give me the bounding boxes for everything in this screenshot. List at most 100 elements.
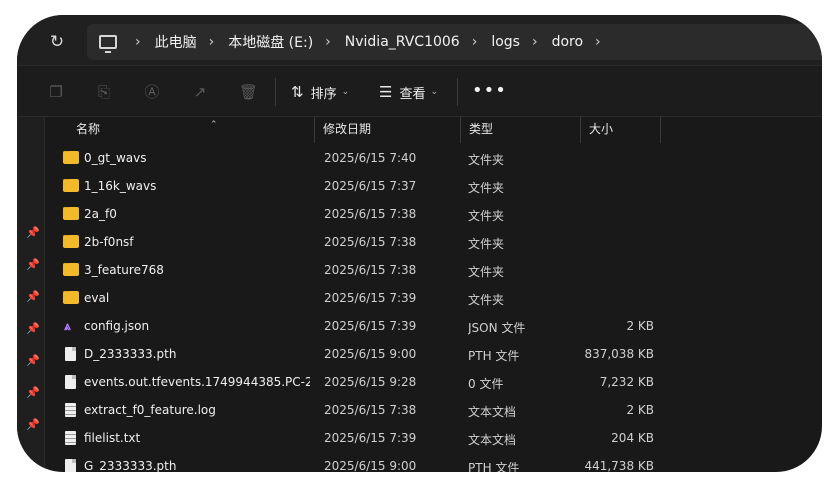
view-button[interactable]: ☰ 查看 ⌄ bbox=[379, 81, 438, 103]
rename-icon[interactable]: Ⓐ bbox=[143, 83, 161, 101]
folder-icon bbox=[63, 235, 79, 248]
file-type: 文件夹 bbox=[468, 265, 505, 279]
refresh-icon[interactable]: ↻ bbox=[47, 32, 67, 52]
file-name: events.out.tfevents.1749944385.PC-20... bbox=[84, 375, 310, 389]
file-type: 文件夹 bbox=[468, 293, 505, 307]
copy-icon[interactable]: ❐ bbox=[47, 83, 65, 101]
file-row[interactable]: filelist.txt 2025/6/15 7:39 文本文档 204 KB bbox=[46, 425, 822, 453]
paste-icon[interactable]: ⎘ bbox=[95, 83, 113, 101]
json-file-icon: ⩓ bbox=[64, 319, 71, 333]
share-icon[interactable]: ↗ bbox=[191, 83, 209, 101]
file-type: PTH 文件 bbox=[468, 349, 520, 363]
file-type: 文本文档 bbox=[468, 433, 517, 447]
file-type: 文件夹 bbox=[468, 209, 505, 223]
file-type: 文本文档 bbox=[468, 405, 517, 419]
file-row[interactable]: 2b-f0nsf 2025/6/15 7:38 文件夹 bbox=[46, 229, 822, 257]
address-bar[interactable]: › 此电脑 › 本地磁盘 (E:) › Nvidia_RVC1006 › log… bbox=[87, 24, 822, 60]
column-name-label: 名称 bbox=[76, 122, 101, 136]
file-date: 2025/6/15 7:38 bbox=[324, 403, 417, 417]
address-row: ↻ › 此电脑 › 本地磁盘 (E:) › Nvidia_RVC1006 › l… bbox=[17, 15, 822, 65]
file-date: 2025/6/15 7:38 bbox=[324, 207, 417, 221]
chevron-right-icon[interactable]: › bbox=[209, 34, 215, 50]
file-row[interactable]: D_2333333.pth 2025/6/15 9:00 PTH 文件 837,038… bbox=[46, 341, 822, 369]
breadcrumb-nvidia-rvc[interactable]: Nvidia_RVC1006 bbox=[345, 34, 460, 50]
column-size[interactable]: 大小 bbox=[581, 117, 661, 143]
folder-icon bbox=[63, 179, 79, 192]
pin-icon[interactable]: 📌 bbox=[26, 259, 40, 271]
computer-icon bbox=[99, 35, 117, 53]
file-size: 2 KB bbox=[626, 403, 654, 417]
file-date: 2025/6/15 7:38 bbox=[324, 263, 417, 277]
pin-icon[interactable]: 📌 bbox=[26, 227, 40, 239]
file-type: JSON 文件 bbox=[468, 321, 526, 335]
file-row[interactable]: eval 2025/6/15 7:39 文件夹 bbox=[46, 285, 822, 313]
file-explorer-window: ↻ › 此电脑 › 本地磁盘 (E:) › Nvidia_RVC1006 › l… bbox=[17, 15, 822, 472]
folder-icon bbox=[63, 291, 79, 304]
sort-button[interactable]: ⇅ 排序 ⌄ bbox=[291, 81, 349, 103]
toolbar-divider bbox=[457, 78, 458, 106]
file-size: 441,738 KB bbox=[584, 459, 654, 472]
chevron-down-icon: ⌄ bbox=[341, 87, 350, 97]
file-name: eval bbox=[84, 291, 110, 305]
breadcrumb-doro[interactable]: doro bbox=[552, 34, 583, 50]
file-size: 204 KB bbox=[611, 431, 654, 445]
pin-icon[interactable]: 📌 bbox=[26, 419, 40, 431]
file-row[interactable]: events.out.tfevents.1749944385.PC-20... 2… bbox=[46, 369, 822, 397]
pin-icon[interactable]: 📌 bbox=[26, 355, 40, 367]
file-name: extract_f0_feature.log bbox=[84, 403, 216, 417]
file-icon bbox=[65, 459, 76, 472]
folder-icon bbox=[63, 151, 79, 164]
file-date: 2025/6/15 9:00 bbox=[324, 347, 417, 361]
file-name: 2b-f0nsf bbox=[84, 235, 134, 249]
file-name: 1_16k_wavs bbox=[84, 179, 157, 193]
file-name: 0_gt_wavs bbox=[84, 151, 147, 165]
breadcrumb-local-disk[interactable]: 本地磁盘 (E:) bbox=[228, 32, 313, 52]
chevron-right-icon[interactable]: › bbox=[532, 34, 538, 50]
file-row[interactable]: 1_16k_wavs 2025/6/15 7:37 文件夹 bbox=[46, 173, 822, 201]
navigation-pane: 📌 📌 📌 📌 📌 📌 📌 bbox=[17, 117, 45, 472]
file-date: 2025/6/15 7:39 bbox=[324, 319, 417, 333]
breadcrumb-this-pc[interactable]: 此电脑 bbox=[155, 32, 197, 52]
file-date: 2025/6/15 7:37 bbox=[324, 179, 417, 193]
file-row[interactable]: ⩓ config.json 2025/6/15 7:39 JSON 文件 2 KB bbox=[46, 313, 822, 341]
file-row[interactable]: G_2333333.pth 2025/6/15 9:00 PTH 文件 441,738… bbox=[46, 453, 822, 472]
file-date: 2025/6/15 7:39 bbox=[324, 431, 417, 445]
chevron-right-icon[interactable]: › bbox=[135, 34, 141, 50]
chevron-right-icon[interactable]: › bbox=[325, 34, 331, 50]
file-size: 2 KB bbox=[626, 319, 654, 333]
chevron-right-icon[interactable]: › bbox=[472, 34, 478, 50]
file-icon bbox=[65, 347, 76, 361]
file-icon bbox=[65, 375, 76, 389]
breadcrumb-logs[interactable]: logs bbox=[491, 34, 520, 50]
file-row[interactable]: 0_gt_wavs 2025/6/15 7:40 文件夹 bbox=[46, 145, 822, 173]
delete-icon[interactable]: 🗑 bbox=[239, 83, 258, 101]
folder-icon bbox=[63, 207, 79, 220]
file-row[interactable]: 3_feature768 2025/6/15 7:38 文件夹 bbox=[46, 257, 822, 285]
column-type[interactable]: 类型 bbox=[461, 117, 581, 143]
sort-ascending-icon: ⌃ bbox=[210, 120, 218, 130]
text-file-icon bbox=[65, 403, 76, 417]
file-row[interactable]: extract_f0_feature.log 2025/6/15 7:38 文本文档… bbox=[46, 397, 822, 425]
file-date: 2025/6/15 7:38 bbox=[324, 235, 417, 249]
file-name: D_2333333.pth bbox=[84, 347, 177, 361]
file-type: 文件夹 bbox=[468, 181, 505, 195]
chevron-right-icon[interactable]: › bbox=[595, 34, 601, 50]
pin-icon[interactable]: 📌 bbox=[26, 291, 40, 303]
pin-icon[interactable]: 📌 bbox=[26, 387, 40, 399]
view-label: 查看 bbox=[399, 86, 426, 102]
sort-label: 排序 bbox=[310, 86, 337, 102]
file-name: 2a_f0 bbox=[84, 207, 117, 221]
file-size: 837,038 KB bbox=[584, 347, 654, 361]
column-date[interactable]: 修改日期 bbox=[315, 117, 461, 143]
command-bar: ❐ ⎘ Ⓐ ↗ 🗑 ⇅ 排序 ⌄ ☰ 查看 ⌄ ••• bbox=[17, 65, 822, 117]
pin-icon[interactable]: 📌 bbox=[26, 323, 40, 335]
file-name: config.json bbox=[84, 319, 150, 333]
toolbar-divider bbox=[275, 78, 276, 106]
text-file-icon bbox=[65, 431, 76, 445]
file-row[interactable]: 2a_f0 2025/6/15 7:38 文件夹 bbox=[46, 201, 822, 229]
file-type: PTH 文件 bbox=[468, 461, 520, 472]
more-options-button[interactable]: ••• bbox=[472, 80, 507, 101]
chevron-down-icon: ⌄ bbox=[430, 87, 439, 97]
column-name[interactable]: 名称 ⌃ bbox=[68, 117, 315, 143]
file-name: filelist.txt bbox=[84, 431, 141, 445]
